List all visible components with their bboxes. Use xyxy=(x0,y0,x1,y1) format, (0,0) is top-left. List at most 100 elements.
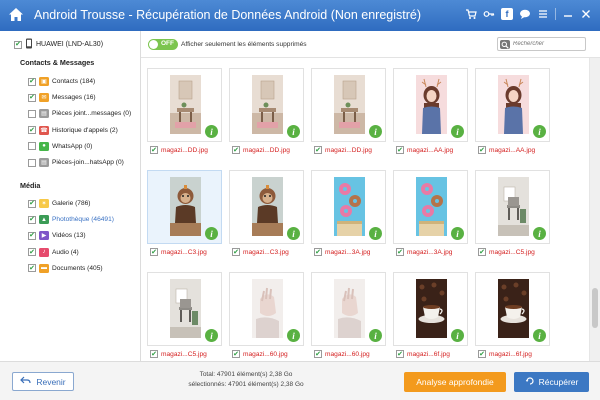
photo-thumbnail[interactable]: i xyxy=(475,68,550,142)
thumbnail-checkbox[interactable] xyxy=(232,146,240,154)
thumbnail-checkbox[interactable] xyxy=(478,350,486,358)
category-checkbox[interactable] xyxy=(28,93,36,102)
vertical-scrollbar[interactable] xyxy=(589,58,600,361)
category-checkbox[interactable] xyxy=(28,77,36,86)
photo-thumbnail[interactable]: i xyxy=(147,68,222,142)
info-icon[interactable]: i xyxy=(205,125,218,138)
sidebar-item-attachment[interactable]: ▤ Pièces joint...messages (0) xyxy=(28,108,131,119)
sidebar-item-photo-library[interactable]: ▲Photothèque (46491) xyxy=(28,214,114,225)
search-box[interactable] xyxy=(497,37,586,51)
thumbnail-image xyxy=(334,279,365,338)
device-name: HUAWEI (LND-AL30) xyxy=(36,41,104,48)
photo-thumbnail[interactable]: i xyxy=(311,170,386,244)
title-bar: Android Trousse - Récupération de Donnée… xyxy=(0,0,600,31)
thumbnail-image xyxy=(416,279,447,338)
sidebar-item-audio[interactable]: ♪Audio (4) xyxy=(28,247,79,258)
sidebar-item-documents[interactable]: ▬Documents (405) xyxy=(28,263,103,274)
sidebar-item-gallery[interactable]: ✶Galerie (786) xyxy=(28,198,90,209)
photo-thumbnail[interactable]: i xyxy=(229,170,304,244)
category-checkbox[interactable] xyxy=(28,158,36,167)
sidebar-item-contacts[interactable]: ▣Contacts (184) xyxy=(28,76,95,87)
photo-thumbnail[interactable]: i xyxy=(229,272,304,346)
device-row[interactable]: HUAWEI (LND-AL30) xyxy=(14,38,103,51)
info-icon[interactable]: i xyxy=(369,125,382,138)
thumbnail-checkbox[interactable] xyxy=(478,248,486,256)
info-icon[interactable]: i xyxy=(451,125,464,138)
back-button[interactable]: Revenir xyxy=(12,372,74,391)
info-icon[interactable]: i xyxy=(205,227,218,240)
key-icon[interactable] xyxy=(483,8,495,20)
thumbnail-checkbox[interactable] xyxy=(232,248,240,256)
sidebar-item-messages[interactable]: ✉Messages (16) xyxy=(28,92,96,103)
thumbnail-checkbox[interactable] xyxy=(314,146,322,154)
attachment-icon: ▤ xyxy=(39,109,49,119)
minimize-icon[interactable] xyxy=(562,8,574,20)
info-icon[interactable]: i xyxy=(287,329,300,342)
category-checkbox[interactable] xyxy=(28,126,36,135)
category-checkbox[interactable] xyxy=(28,264,36,273)
category-checkbox[interactable] xyxy=(28,109,36,118)
photo-thumbnail[interactable]: i xyxy=(147,272,222,346)
info-icon[interactable]: i xyxy=(533,125,546,138)
info-icon[interactable]: i xyxy=(533,227,546,240)
thumbnail-checkbox[interactable] xyxy=(150,350,158,358)
section-media: Média xyxy=(20,181,41,190)
deep-scan-button[interactable]: Analyse approfondie xyxy=(404,372,506,392)
info-icon[interactable]: i xyxy=(533,329,546,342)
info-icon[interactable]: i xyxy=(287,125,300,138)
photo-thumbnail[interactable]: i xyxy=(393,272,468,346)
home-icon[interactable] xyxy=(8,7,24,23)
messages-icon: ✉ xyxy=(39,93,49,103)
category-checkbox[interactable] xyxy=(28,231,36,240)
info-icon[interactable]: i xyxy=(369,227,382,240)
photo-thumbnail[interactable]: i xyxy=(393,68,468,142)
photo-thumbnail[interactable]: i xyxy=(475,272,550,346)
thumbnail-checkbox[interactable] xyxy=(150,146,158,154)
photo-thumbnail[interactable]: i xyxy=(311,272,386,346)
sidebar-item-whatsapp-attachment[interactable]: ▤ Pièces-join...hatsApp (0) xyxy=(28,157,124,168)
deleted-only-toggle[interactable]: OFF xyxy=(148,39,178,50)
sidebar-item-label: Audio (4) xyxy=(52,248,79,256)
thumbnail-checkbox[interactable] xyxy=(314,350,322,358)
photo-thumbnail[interactable]: i xyxy=(475,170,550,244)
category-checkbox[interactable] xyxy=(28,215,36,224)
search-icon[interactable] xyxy=(500,40,510,49)
info-icon[interactable]: i xyxy=(369,329,382,342)
menu-icon[interactable] xyxy=(537,8,549,20)
thumbnail-checkbox[interactable] xyxy=(396,350,404,358)
info-icon[interactable]: i xyxy=(451,329,464,342)
thumbnail-checkbox[interactable] xyxy=(396,248,404,256)
thumbnail-checkbox[interactable] xyxy=(150,248,158,256)
close-icon[interactable] xyxy=(580,8,592,20)
sidebar-item-whatsapp[interactable]: ● WhatsApp (0) xyxy=(28,141,92,152)
photo-thumbnail[interactable]: i xyxy=(311,68,386,142)
photo-thumbnail[interactable]: i xyxy=(229,68,304,142)
category-checkbox[interactable] xyxy=(28,199,36,208)
info-icon[interactable]: i xyxy=(205,329,218,342)
chat-icon[interactable] xyxy=(519,8,531,20)
facebook-icon[interactable]: f xyxy=(501,8,513,20)
scrollbar-thumb[interactable] xyxy=(592,288,598,328)
thumbnail-checkbox[interactable] xyxy=(396,146,404,154)
device-checkbox[interactable] xyxy=(14,40,22,49)
recover-button[interactable]: Récupérer xyxy=(514,372,589,392)
photo-thumbnail[interactable]: i xyxy=(393,170,468,244)
search-input[interactable] xyxy=(513,39,583,49)
info-icon[interactable]: i xyxy=(451,227,464,240)
deleted-only-label: Afficher seulement les éléments supprimé… xyxy=(181,41,307,48)
thumbnail-image xyxy=(170,177,201,236)
sidebar-item-video[interactable]: ▶Vidéos (13) xyxy=(28,230,86,241)
category-checkbox[interactable] xyxy=(28,142,36,151)
category-checkbox[interactable] xyxy=(28,248,36,257)
thumbnail-filename: magazi...DD.jpg xyxy=(325,146,372,154)
photo-thumbnail[interactable]: i xyxy=(147,170,222,244)
cart-icon[interactable] xyxy=(465,8,477,20)
thumbnail-image xyxy=(170,279,201,338)
thumbnail-checkbox[interactable] xyxy=(478,146,486,154)
thumbnail-checkbox[interactable] xyxy=(314,248,322,256)
sidebar-item-call-history[interactable]: ☎Historique d'appels (2) xyxy=(28,125,118,136)
thumbnail-checkbox[interactable] xyxy=(232,350,240,358)
thumbnail-filename-row: magazi...6f.jpg xyxy=(396,350,450,358)
recover-icon xyxy=(525,376,535,388)
info-icon[interactable]: i xyxy=(287,227,300,240)
